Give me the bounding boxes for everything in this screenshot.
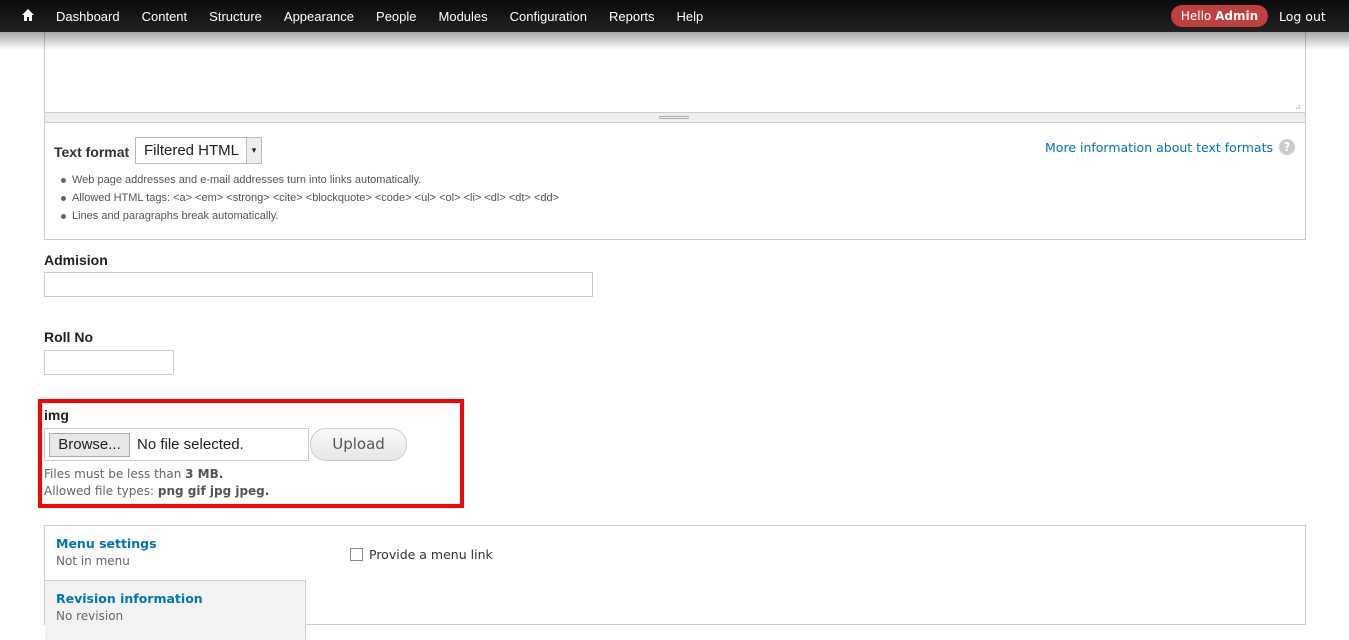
- user-name: Admin: [1215, 9, 1259, 23]
- nav-appearance[interactable]: Appearance: [284, 9, 354, 24]
- toolbar-shadow: [0, 32, 1349, 50]
- text-format-wrapper: Text format Filtered HTML ▾ Web page addr…: [44, 122, 1306, 240]
- text-format-value: Filtered HTML: [144, 142, 240, 159]
- img-label: img: [44, 407, 69, 423]
- nav-people[interactable]: People: [376, 9, 416, 24]
- file-types-description: Allowed file types: png gif jpg jpeg.: [44, 484, 269, 498]
- user-account-link[interactable]: Hello Admin: [1171, 5, 1268, 27]
- img-file-input[interactable]: Browse... No file selected.: [44, 428, 309, 461]
- format-tips: Web page addresses and e-mail addresses …: [61, 173, 559, 227]
- browse-button[interactable]: Browse...: [49, 433, 130, 457]
- format-tip: Web page addresses and e-mail addresses …: [61, 173, 559, 191]
- tab-summary: No revision: [56, 609, 124, 623]
- roll-no-input[interactable]: [44, 350, 174, 375]
- file-types: png gif jpg jpeg.: [157, 484, 270, 498]
- nav-help[interactable]: Help: [677, 9, 704, 24]
- no-file-text: No file selected.: [137, 436, 244, 453]
- file-size-description: Files must be less than 3 MB.: [44, 467, 223, 481]
- format-tip: Allowed HTML tags: <a> <em> <strong> <ci…: [61, 191, 559, 209]
- nav-structure[interactable]: Structure: [209, 9, 262, 24]
- chevron-down-icon: ▾: [246, 138, 261, 163]
- checkbox-icon[interactable]: [350, 548, 363, 561]
- tab-revision-information[interactable]: Revision information No revision: [45, 580, 306, 640]
- tab-summary: Not in menu: [56, 554, 130, 568]
- nav-modules[interactable]: Modules: [439, 9, 488, 24]
- tab-title[interactable]: Menu settings: [56, 536, 295, 551]
- nav-content[interactable]: Content: [142, 9, 188, 24]
- home-icon[interactable]: [22, 9, 34, 21]
- admision-input[interactable]: [44, 272, 593, 297]
- help-icon[interactable]: ?: [1279, 139, 1295, 155]
- upload-button[interactable]: Upload: [310, 428, 407, 461]
- types-prefix: Allowed file types:: [44, 484, 158, 498]
- format-tip: Lines and paragraphs break automatically…: [61, 209, 559, 227]
- size-prefix: Files must be less than: [44, 467, 186, 481]
- nav-configuration[interactable]: Configuration: [510, 9, 587, 24]
- tab-title[interactable]: Revision information: [56, 591, 294, 606]
- hello-text: Hello: [1180, 9, 1212, 23]
- text-format-select[interactable]: Filtered HTML ▾: [135, 137, 262, 164]
- checkbox-label[interactable]: Provide a menu link: [369, 547, 493, 562]
- nav-reports[interactable]: Reports: [609, 9, 655, 24]
- nav-dashboard[interactable]: Dashboard: [56, 9, 120, 24]
- vertical-tabs: Menu settings Not in menu Revision infor…: [44, 525, 1306, 640]
- admin-toolbar: Dashboard Content Structure Appearance P…: [0, 0, 1349, 50]
- admision-label: Admision: [44, 252, 108, 268]
- logout-link[interactable]: Log out: [1279, 9, 1326, 24]
- more-info-text[interactable]: More information about text formats: [1045, 140, 1273, 155]
- resize-grip-icon[interactable]: ⣠: [1295, 100, 1301, 109]
- tab-menu-settings[interactable]: Menu settings Not in menu: [45, 526, 306, 580]
- provide-menu-link-checkbox[interactable]: Provide a menu link: [350, 547, 493, 562]
- size-limit: 3 MB.: [185, 467, 224, 481]
- text-format-label: Text format: [54, 144, 130, 160]
- roll-no-label: Roll No: [44, 329, 93, 345]
- more-info-link[interactable]: More information about text formats?: [1045, 139, 1295, 155]
